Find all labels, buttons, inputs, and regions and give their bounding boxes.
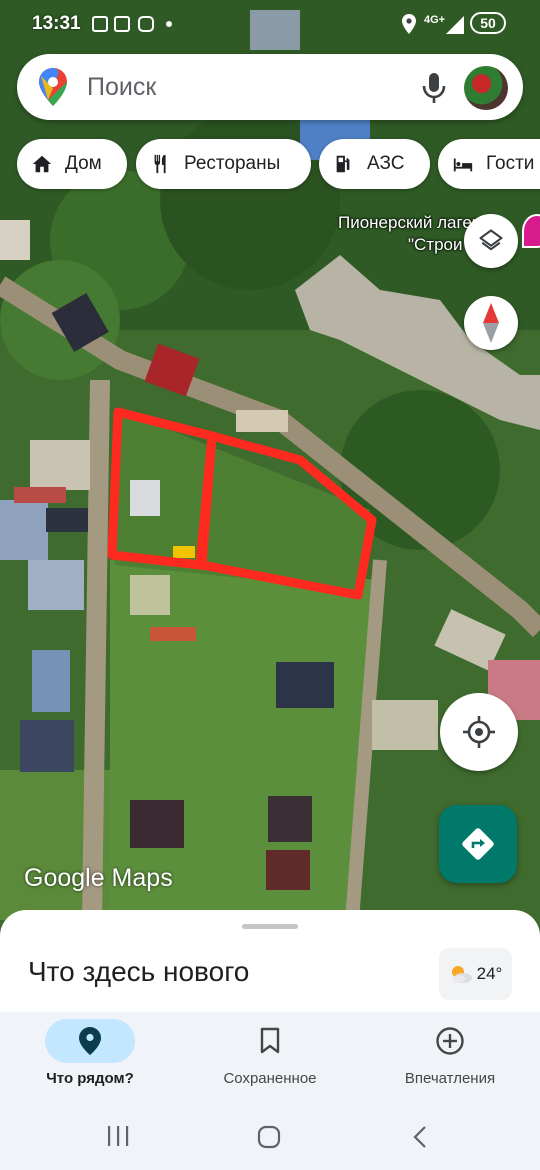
notification-icon: [114, 16, 130, 32]
weather-chip[interactable]: 24°: [439, 948, 512, 1000]
system-navigation-bar: [0, 1104, 540, 1170]
nav-item-saved[interactable]: Сохраненное: [180, 1012, 360, 1104]
microphone-icon[interactable]: [421, 72, 447, 104]
home-system-icon[interactable]: [257, 1125, 281, 1149]
directions-icon: [462, 828, 494, 860]
recent-apps-icon[interactable]: [106, 1124, 130, 1148]
directions-button[interactable]: [439, 805, 517, 883]
chip-label: Дом: [65, 153, 102, 174]
home-icon: [32, 155, 52, 173]
battery-indicator: 50: [470, 12, 506, 34]
nav-item-explore[interactable]: Что рядом?: [0, 1012, 180, 1104]
chip-label: АЗС: [367, 153, 405, 174]
status-time: 13:31: [32, 13, 81, 34]
chip-hotels[interactable]: Гости: [438, 139, 540, 189]
instagram-icon: [138, 16, 154, 32]
google-maps-watermark: Google Maps: [24, 864, 173, 892]
add-circle-icon: [436, 1027, 464, 1055]
restaurant-icon: [154, 154, 166, 174]
compass-icon: [483, 303, 499, 343]
location-status-icon: [402, 14, 416, 34]
bottom-navigation: Что рядом? Сохраненное Впечатления: [0, 1012, 540, 1104]
notification-icon: [92, 16, 108, 32]
nav-icon-container: [225, 1019, 315, 1063]
place-label-second-line: "Строи: [408, 235, 463, 254]
search-input[interactable]: Поиск: [87, 73, 156, 102]
my-location-button[interactable]: [440, 693, 518, 771]
status-bar: 13:31 4G+ 50: [0, 0, 540, 50]
weather-temperature: 24°: [476, 964, 503, 983]
nav-icon-container: [405, 1019, 495, 1063]
bookmark-icon: [260, 1027, 280, 1054]
nav-active-indicator: [45, 1019, 135, 1063]
avatar[interactable]: [464, 66, 508, 110]
nav-label: Сохраненное: [223, 1070, 317, 1087]
nav-label: Что рядом?: [46, 1070, 134, 1087]
layers-icon: [479, 229, 503, 251]
my-location-icon: [463, 716, 495, 748]
search-bar[interactable]: Поиск: [17, 54, 523, 120]
network-indicator: 4G+: [424, 14, 446, 26]
layers-button[interactable]: [464, 214, 518, 268]
chip-gas-stations[interactable]: АЗС: [319, 139, 430, 189]
back-icon[interactable]: [410, 1125, 430, 1149]
hotel-icon: [453, 158, 473, 172]
google-maps-logo-icon: [39, 68, 67, 106]
place-pin-icon[interactable]: [522, 214, 540, 248]
chip-label: Рестораны: [184, 153, 281, 174]
chip-restaurants[interactable]: Рестораны: [136, 139, 311, 189]
gas-station-icon: [336, 155, 350, 173]
weather-partly-cloudy-icon: [451, 966, 472, 983]
chip-home[interactable]: Дом: [17, 139, 127, 189]
nav-label: Впечатления: [404, 1070, 496, 1087]
nav-item-contribute[interactable]: Впечатления: [360, 1012, 540, 1104]
signal-icon: [446, 16, 464, 34]
compass-button[interactable]: [464, 296, 518, 350]
more-notifications-icon: [166, 21, 172, 27]
sheet-title: Что здесь нового: [28, 956, 250, 987]
drag-handle[interactable]: [242, 924, 298, 929]
location-pin-icon: [79, 1027, 101, 1055]
chip-label: Гости: [486, 153, 535, 174]
